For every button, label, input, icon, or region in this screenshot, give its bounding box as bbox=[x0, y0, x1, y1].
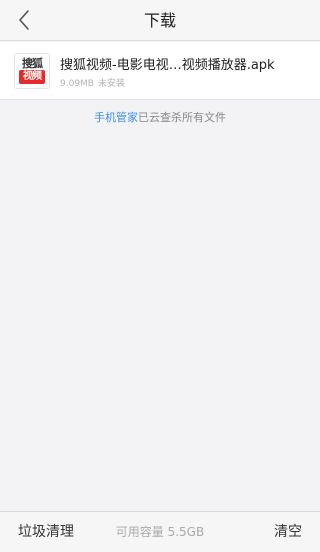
scan-note-text: 已云查杀所有文件 bbox=[138, 111, 226, 124]
clear-all-button[interactable]: 清空 bbox=[274, 512, 302, 552]
available-storage: 可用容量 5.5GB bbox=[115, 525, 205, 539]
sohu-video-icon: 搜狐 视频 bbox=[14, 53, 50, 89]
security-scan-note: 手机管家已云查杀所有文件 bbox=[0, 109, 320, 125]
install-status: 未安装 bbox=[97, 79, 125, 89]
download-item[interactable]: 搜狐 视频 搜狐视频-电影电视…视频播放器.apk 9.09MB 未安装 bbox=[0, 42, 320, 100]
file-name: 搜狐视频-电影电视…视频播放器.apk bbox=[60, 58, 275, 73]
app-icon-top-text: 搜狐 bbox=[22, 57, 43, 70]
security-app-link[interactable]: 手机管家 bbox=[94, 111, 138, 124]
file-size: 9.09MB bbox=[60, 79, 94, 89]
file-meta: 9.09MB 未安装 bbox=[60, 76, 125, 89]
app-icon-bottom-text: 视频 bbox=[19, 70, 45, 84]
bottom-toolbar: 垃圾清理 可用容量 5.5GB 清空 bbox=[0, 511, 320, 552]
page-title: 下载 bbox=[143, 11, 176, 30]
navigation-bar: 下载 bbox=[0, 0, 320, 41]
downloads-screen: 下载 搜狐 视频 搜狐视频-电影电视…视频播放器.apk 9.09MB 未安装 手… bbox=[0, 0, 320, 552]
